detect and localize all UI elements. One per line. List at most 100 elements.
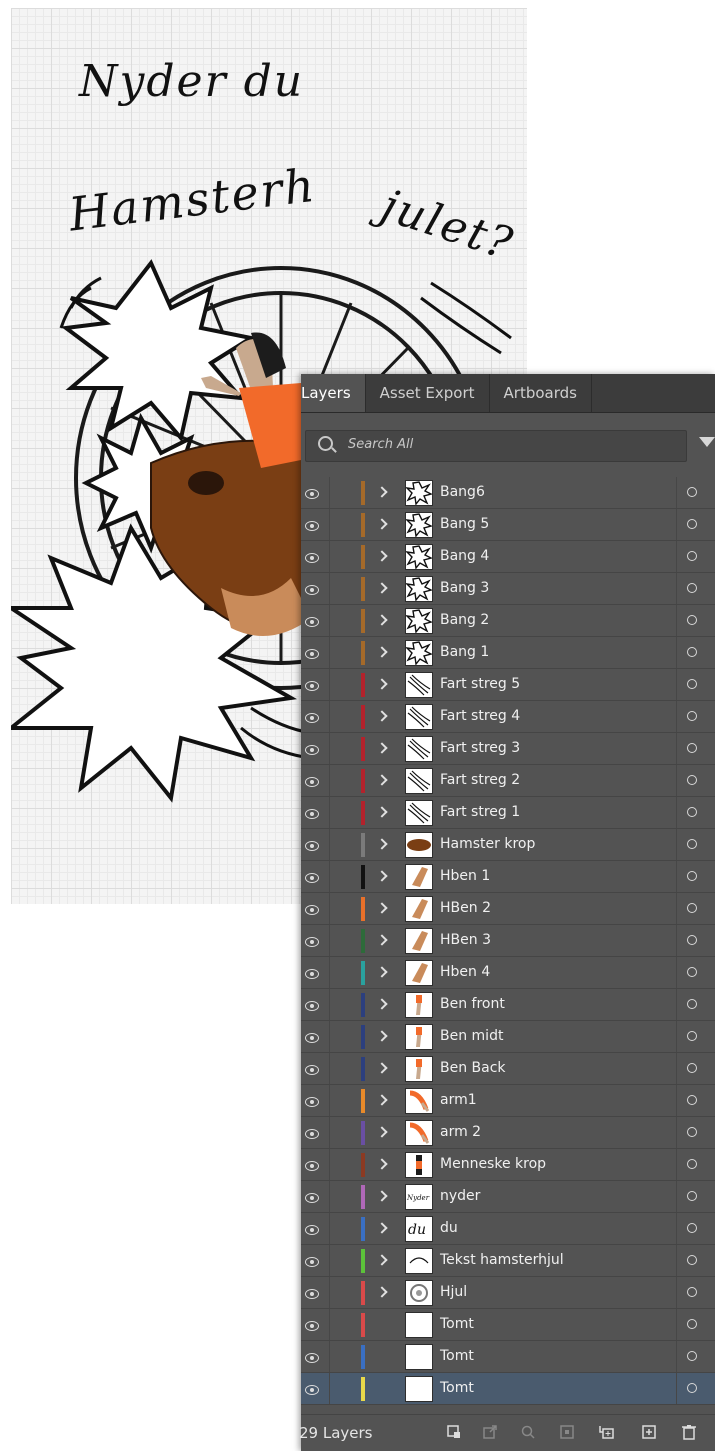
layer-name[interactable]: Bang 5 <box>440 516 489 532</box>
layer-row[interactable]: Tomt <box>301 1341 715 1373</box>
visibility-eye-icon[interactable] <box>305 681 319 691</box>
visibility-eye-icon[interactable] <box>305 1289 319 1299</box>
visibility-eye-icon[interactable] <box>305 1257 319 1267</box>
layer-row[interactable]: Hamster krop <box>301 829 715 861</box>
visibility-eye-icon[interactable] <box>305 585 319 595</box>
expand-chevron-icon[interactable] <box>376 774 388 786</box>
layer-name[interactable]: Ben Back <box>440 1060 506 1076</box>
target-circle-icon[interactable] <box>687 1127 697 1137</box>
layer-row[interactable]: Ben front <box>301 989 715 1021</box>
layer-name[interactable]: Tomt <box>440 1316 474 1332</box>
visibility-eye-icon[interactable] <box>305 905 319 915</box>
layer-name[interactable]: Bang 4 <box>440 548 489 564</box>
target-circle-icon[interactable] <box>687 551 697 561</box>
expand-chevron-icon[interactable] <box>376 486 388 498</box>
expand-chevron-icon[interactable] <box>376 678 388 690</box>
layer-row[interactable]: Bang 2 <box>301 605 715 637</box>
layer-row[interactable]: arm1 <box>301 1085 715 1117</box>
expand-chevron-icon[interactable] <box>376 1222 388 1234</box>
target-circle-icon[interactable] <box>687 871 697 881</box>
target-circle-icon[interactable] <box>687 839 697 849</box>
layer-row[interactable]: Fart streg 5 <box>301 669 715 701</box>
layer-name[interactable]: Tomt <box>440 1380 474 1396</box>
tab-layers[interactable]: Layers <box>301 374 366 412</box>
target-circle-icon[interactable] <box>687 487 697 497</box>
expand-chevron-icon[interactable] <box>376 742 388 754</box>
visibility-eye-icon[interactable] <box>305 937 319 947</box>
target-circle-icon[interactable] <box>687 1159 697 1169</box>
new-sublayer-icon[interactable] <box>598 1424 614 1440</box>
visibility-eye-icon[interactable] <box>305 1385 319 1395</box>
target-circle-icon[interactable] <box>687 647 697 657</box>
layer-name[interactable]: Bang 2 <box>440 612 489 628</box>
expand-chevron-icon[interactable] <box>376 1062 388 1074</box>
layer-name[interactable]: Tekst hamsterhjul <box>440 1252 564 1268</box>
filter-icon[interactable] <box>699 437 715 447</box>
tab-asset-export[interactable]: Asset Export <box>366 374 490 412</box>
visibility-eye-icon[interactable] <box>305 969 319 979</box>
target-circle-icon[interactable] <box>687 679 697 689</box>
expand-chevron-icon[interactable] <box>376 1190 388 1202</box>
layer-row[interactable]: Tekst hamsterhjul <box>301 1245 715 1277</box>
layer-name[interactable]: Bang 1 <box>440 644 489 660</box>
expand-chevron-icon[interactable] <box>376 1286 388 1298</box>
visibility-eye-icon[interactable] <box>305 1161 319 1171</box>
visibility-eye-icon[interactable] <box>305 1193 319 1203</box>
expand-chevron-icon[interactable] <box>376 998 388 1010</box>
target-circle-icon[interactable] <box>687 999 697 1009</box>
visibility-eye-icon[interactable] <box>305 745 319 755</box>
visibility-eye-icon[interactable] <box>305 1065 319 1075</box>
visibility-eye-icon[interactable] <box>305 809 319 819</box>
layer-row[interactable]: Fart streg 1 <box>301 797 715 829</box>
expand-chevron-icon[interactable] <box>376 550 388 562</box>
layer-row[interactable]: Nyder nyder <box>301 1181 715 1213</box>
layer-name[interactable]: arm 2 <box>440 1124 481 1140</box>
target-circle-icon[interactable] <box>687 1287 697 1297</box>
expand-chevron-icon[interactable] <box>376 1094 388 1106</box>
visibility-eye-icon[interactable] <box>305 617 319 627</box>
visibility-eye-icon[interactable] <box>305 1001 319 1011</box>
layer-name[interactable]: HBen 3 <box>440 932 491 948</box>
expand-chevron-icon[interactable] <box>376 1126 388 1138</box>
target-circle-icon[interactable] <box>687 1223 697 1233</box>
target-circle-icon[interactable] <box>687 1031 697 1041</box>
layer-name[interactable]: Hben 4 <box>440 964 490 980</box>
layer-row[interactable]: arm 2 <box>301 1117 715 1149</box>
expand-chevron-icon[interactable] <box>376 518 388 530</box>
layer-name[interactable]: Hben 1 <box>440 868 490 884</box>
target-circle-icon[interactable] <box>687 935 697 945</box>
layer-row[interactable]: Ben Back <box>301 1053 715 1085</box>
layer-row[interactable]: Ben midt <box>301 1021 715 1053</box>
layer-name[interactable]: Fart streg 1 <box>440 804 520 820</box>
expand-chevron-icon[interactable] <box>376 838 388 850</box>
target-circle-icon[interactable] <box>687 519 697 529</box>
target-circle-icon[interactable] <box>687 743 697 753</box>
target-circle-icon[interactable] <box>687 1351 697 1361</box>
visibility-eye-icon[interactable] <box>305 873 319 883</box>
visibility-eye-icon[interactable] <box>305 1033 319 1043</box>
expand-chevron-icon[interactable] <box>376 1254 388 1266</box>
layer-row[interactable]: Tomt <box>301 1309 715 1341</box>
target-circle-icon[interactable] <box>687 775 697 785</box>
expand-chevron-icon[interactable] <box>376 806 388 818</box>
visibility-eye-icon[interactable] <box>305 1097 319 1107</box>
new-layer-icon[interactable] <box>641 1424 657 1440</box>
layer-name[interactable]: Hjul <box>440 1284 467 1300</box>
visibility-eye-icon[interactable] <box>305 841 319 851</box>
layer-row[interactable]: Fart streg 3 <box>301 733 715 765</box>
visibility-eye-icon[interactable] <box>305 1129 319 1139</box>
layer-name[interactable]: Bang6 <box>440 484 485 500</box>
search-input[interactable]: Search All <box>305 430 687 462</box>
tab-artboards[interactable]: Artboards <box>490 374 592 412</box>
visibility-eye-icon[interactable] <box>305 553 319 563</box>
expand-chevron-icon[interactable] <box>376 934 388 946</box>
target-circle-icon[interactable] <box>687 967 697 977</box>
layer-name[interactable]: Fart streg 5 <box>440 676 520 692</box>
clipping-mask-icon[interactable] <box>559 1424 575 1440</box>
expand-chevron-icon[interactable] <box>376 582 388 594</box>
layer-name[interactable]: Tomt <box>440 1348 474 1364</box>
visibility-eye-icon[interactable] <box>305 777 319 787</box>
visibility-eye-icon[interactable] <box>305 1321 319 1331</box>
target-circle-icon[interactable] <box>687 807 697 817</box>
target-circle-icon[interactable] <box>687 1095 697 1105</box>
